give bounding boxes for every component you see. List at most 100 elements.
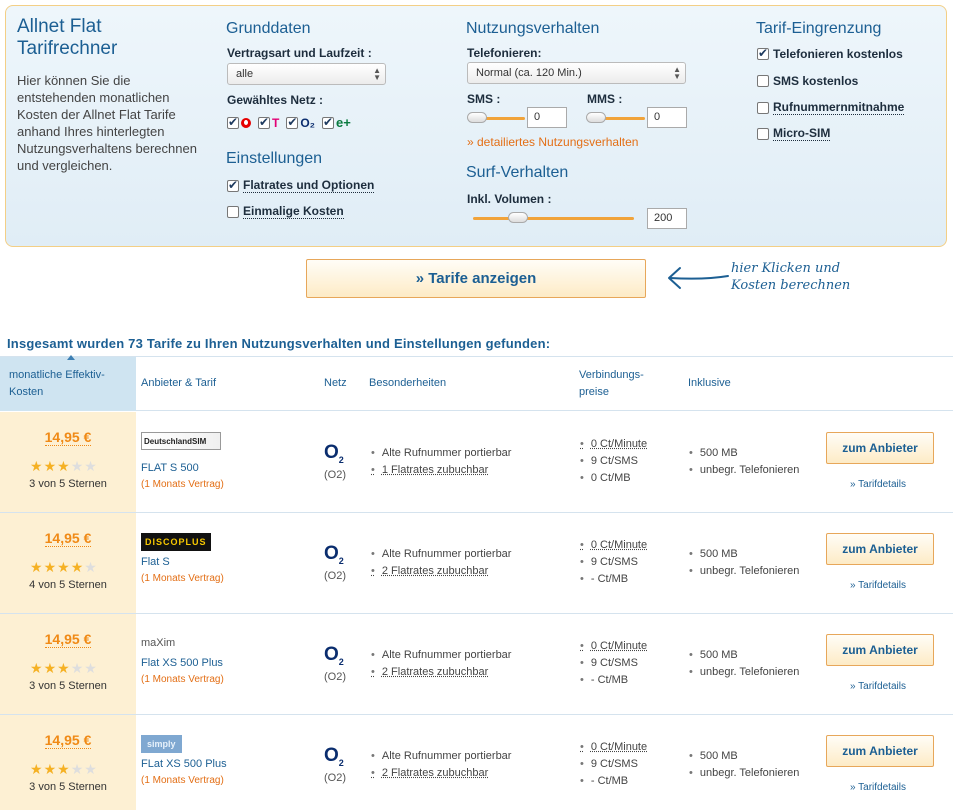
- col-provider-header: Anbieter & Tarif: [141, 377, 217, 389]
- rufnummernmitnahme-checkbox[interactable]: [757, 101, 769, 114]
- vertragsart-value: alle: [236, 68, 254, 80]
- eplus-icon: e+: [336, 115, 351, 130]
- network-o2[interactable]: O₂: [286, 115, 316, 130]
- col-inklusive-header: Inklusive: [688, 377, 731, 389]
- besonderheit-item: 1 Flatrates zubuchbar: [371, 462, 511, 479]
- provider-logo[interactable]: simply: [141, 735, 182, 753]
- zum-anbieter-button[interactable]: zum Anbieter: [826, 735, 934, 767]
- tarif-name[interactable]: FLat XS 500 Plus: [141, 758, 227, 770]
- eplus-checkbox[interactable]: [322, 115, 335, 129]
- micro-sim-checkbox[interactable]: [757, 127, 769, 140]
- einstellungen-heading: Einstellungen: [226, 150, 323, 167]
- einmalige-kosten-checkbox[interactable]: [227, 205, 239, 218]
- besonderheiten-list: Alte Rufnummer portierbar2 Flatrates zub…: [371, 647, 512, 681]
- tarifdetails-link[interactable]: » Tarifdetails: [850, 782, 906, 793]
- star-empty-icon: ★: [84, 761, 97, 777]
- provider-logo[interactable]: DISCOPLUS: [141, 533, 211, 551]
- vertragsart-select[interactable]: alle ▲ ▼: [227, 63, 386, 85]
- mms-input[interactable]: 0: [647, 107, 687, 128]
- rufnummernmitnahme-label: Rufnummernmitnahme: [773, 100, 905, 115]
- netz-label: (O2): [324, 570, 346, 582]
- einmalige-kosten-option[interactable]: Einmalige Kosten: [227, 204, 344, 219]
- zum-anbieter-button[interactable]: zum Anbieter: [826, 432, 934, 464]
- tarifdetails-link[interactable]: » Tarifdetails: [850, 580, 906, 591]
- besonderheit-item: Alte Rufnummer portierbar: [371, 748, 512, 765]
- price-value: 14,95 €: [44, 530, 92, 547]
- o2-icon: O₂: [300, 115, 316, 130]
- table-row: 14,95 € ★ ★ ★ ★ ★ 3 von 5 Sternen maXim Flat XS …: [0, 614, 953, 715]
- network-telekom[interactable]: T: [258, 115, 279, 130]
- tarifdetails-link[interactable]: » Tarifdetails: [850, 681, 906, 692]
- zum-anbieter-button[interactable]: zum Anbieter: [826, 634, 934, 666]
- besonderheit-item: Alte Rufnummer portierbar: [371, 647, 512, 664]
- volumen-label: Inkl. Volumen :: [467, 192, 552, 206]
- sms-kostenlos-label: SMS kostenlos: [773, 74, 859, 88]
- telefonieren-kostenlos-label: Telefonieren kostenlos: [773, 47, 903, 61]
- tarif-name[interactable]: FLAT S 500: [141, 462, 199, 474]
- o2-checkbox[interactable]: [286, 115, 299, 129]
- preis-item: 0 Ct/Minute: [580, 436, 647, 453]
- flatrates-checkbox[interactable]: [227, 178, 239, 192]
- preis-item: 0 Ct/Minute: [580, 638, 647, 655]
- star-filled-icon: ★: [30, 559, 43, 575]
- rating-text: 3 von 5 Sternen: [29, 478, 107, 490]
- o2-network-icon: O2: [324, 543, 344, 566]
- rufnummernmitnahme-option[interactable]: Rufnummernmitnahme: [757, 100, 905, 115]
- preis-item: 9 Ct/SMS: [580, 655, 647, 672]
- mms-label: MMS :: [587, 92, 623, 106]
- tarif-name[interactable]: Flat XS 500 Plus: [141, 657, 223, 669]
- volumen-slider-handle[interactable]: [508, 212, 529, 223]
- hint-text: hier Klicken und Kosten berechnen: [731, 261, 851, 293]
- star-rating: ★ ★ ★ ★ ★: [30, 560, 97, 574]
- volumen-slider[interactable]: [473, 217, 634, 220]
- vodafone-icon: [241, 117, 251, 128]
- preis-item: 0 Ct/Minute: [580, 739, 647, 756]
- network-vodafone[interactable]: [227, 115, 251, 129]
- flatrates-option[interactable]: Flatrates und Optionen: [227, 178, 375, 193]
- provider-logo[interactable]: maXim: [141, 634, 175, 652]
- volumen-input[interactable]: 200: [647, 208, 687, 229]
- sms-input[interactable]: 0: [527, 107, 567, 128]
- star-empty-icon: ★: [84, 660, 97, 676]
- inklusive-list: 500 MBunbegr. Telefonieren: [689, 546, 800, 580]
- besonderheiten-list: Alte Rufnummer portierbar1 Flatrates zub…: [371, 445, 512, 479]
- mms-slider-handle[interactable]: [586, 112, 606, 123]
- preis-item: 9 Ct/SMS: [580, 554, 647, 571]
- network-checkboxes: T O₂ e+: [227, 115, 351, 130]
- inklusive-item: 500 MB: [689, 647, 799, 664]
- zum-anbieter-button[interactable]: zum Anbieter: [826, 533, 934, 565]
- besonderheit-item: 2 Flatrates zubuchbar: [371, 765, 511, 782]
- network-eplus[interactable]: e+: [322, 115, 351, 130]
- star-empty-icon: ★: [70, 458, 84, 474]
- telefonieren-select[interactable]: Normal (ca. 120 Min.) ▲ ▼: [467, 62, 686, 84]
- sms-label: SMS :: [467, 92, 501, 106]
- sms-slider-handle[interactable]: [467, 112, 487, 123]
- star-filled-icon: ★: [43, 660, 57, 676]
- inklusive-item: 500 MB: [689, 748, 799, 765]
- star-filled-icon: ★: [43, 458, 57, 474]
- micro-sim-option[interactable]: Micro-SIM: [757, 126, 831, 141]
- vodafone-checkbox[interactable]: [227, 115, 239, 129]
- star-empty-icon: ★: [70, 660, 84, 676]
- detail-usage-link[interactable]: » detailiertes Nutzungsverhalten: [467, 135, 638, 149]
- inklusive-item: 500 MB: [689, 546, 799, 563]
- rating-text: 3 von 5 Sternen: [29, 680, 107, 692]
- preise-list: 0 Ct/Minute9 Ct/SMS0 Ct/MB: [580, 436, 647, 487]
- besonderheit-item: Alte Rufnummer portierbar: [371, 546, 512, 563]
- star-rating: ★ ★ ★ ★ ★: [30, 661, 97, 675]
- telefonieren-kostenlos-checkbox[interactable]: [757, 46, 769, 60]
- tarif-name[interactable]: Flat S: [141, 556, 170, 568]
- netz-label: (O2): [324, 671, 346, 683]
- star-filled-icon: ★: [30, 761, 43, 777]
- star-empty-icon: ★: [84, 458, 97, 474]
- provider-logo[interactable]: DeutschlandSIM: [141, 432, 222, 450]
- col-cost-header[interactable]: monatliche Effektiv-Kosten: [0, 355, 136, 411]
- sms-kostenlos-option[interactable]: SMS kostenlos: [757, 74, 858, 88]
- tarifdetails-link[interactable]: » Tarifdetails: [850, 479, 906, 490]
- tarife-anzeigen-button[interactable]: » Tarife anzeigen: [306, 259, 646, 298]
- telekom-checkbox[interactable]: [258, 115, 270, 129]
- sms-kostenlos-checkbox[interactable]: [757, 75, 769, 87]
- inklusive-item: 500 MB: [689, 445, 799, 462]
- price-value: 14,95 €: [44, 631, 92, 648]
- telefonieren-kostenlos-option[interactable]: Telefonieren kostenlos: [757, 46, 903, 61]
